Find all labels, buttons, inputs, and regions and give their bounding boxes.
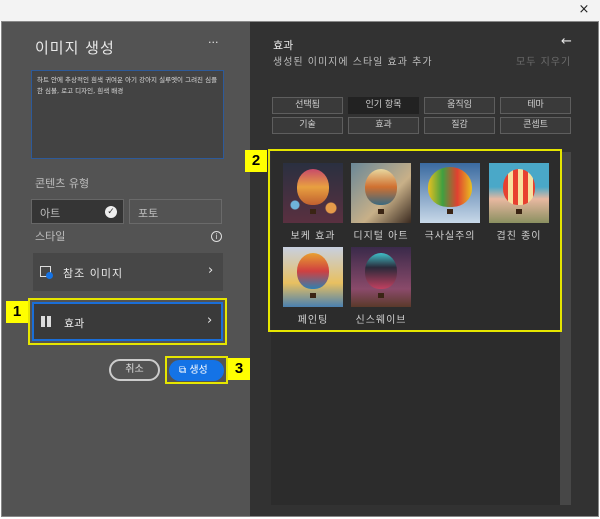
effect-layered-paper[interactable] — [489, 163, 549, 223]
effect-painting[interactable] — [283, 247, 343, 307]
art-label: 아트 — [40, 207, 61, 220]
effect-label: 겹친 종이 — [496, 231, 542, 242]
reference-image-button[interactable]: 참조 이미지 › — [33, 253, 223, 291]
reference-image-icon — [40, 266, 53, 279]
info-icon[interactable]: i — [211, 231, 222, 242]
tab-technique[interactable]: 기술 — [272, 117, 343, 134]
tab-texture[interactable]: 질감 — [424, 117, 495, 134]
effects-panel: 효과 생성된 이미지에 스타일 효과 추가 ← 모두 지우기 선택됨 인기 항목… — [245, 22, 598, 516]
effects-subtitle: 생성된 이미지에 스타일 효과 추가 — [273, 57, 433, 68]
effects-button[interactable]: 효과 › — [32, 302, 223, 341]
effect-bokeh[interactable] — [283, 163, 343, 223]
effect-synthwave[interactable] — [351, 247, 411, 307]
effect-label: 극사실주의 — [424, 231, 476, 242]
cancel-button[interactable]: 취소 — [109, 359, 160, 381]
reference-image-label: 참조 이미지 — [63, 267, 124, 280]
effect-label: 페인팅 — [297, 315, 329, 326]
tab-effects[interactable]: 효과 — [348, 117, 419, 134]
effect-label: 신스웨이브 — [355, 315, 407, 326]
generate-button[interactable]: ⧉ 생성 — [169, 360, 224, 381]
content-type-label: 콘텐츠 유형 — [35, 177, 90, 190]
back-arrow-icon[interactable]: ← — [561, 34, 572, 49]
callout-2: 2 — [245, 150, 267, 172]
effects-icon — [41, 316, 52, 327]
tab-popular[interactable]: 인기 항목 — [348, 97, 419, 114]
chevron-right-icon: › — [207, 313, 213, 328]
left-panel: 이미지 생성 ··· 하트 안에 추상적인 흰색 귀여운 아기 강아지 실루엣이… — [2, 22, 250, 516]
dialog-window: 이미지 생성 ··· 하트 안에 추상적인 흰색 귀여운 아기 강아지 실루엣이… — [1, 21, 599, 517]
close-icon[interactable]: × — [576, 2, 592, 18]
tab-concept[interactable]: 콘셉트 — [500, 117, 571, 134]
effect-hyperrealism[interactable] — [420, 163, 480, 223]
effects-title: 효과 — [273, 39, 294, 52]
clear-all-button[interactable]: 모두 지우기 — [516, 53, 571, 68]
tab-theme[interactable]: 테마 — [500, 97, 571, 114]
effects-label: 효과 — [64, 317, 85, 330]
tab-motion[interactable]: 움직임 — [424, 97, 495, 114]
photo-button[interactable]: 포토 — [129, 199, 222, 224]
art-button[interactable]: 아트 ✓ — [31, 199, 124, 224]
generate-label: 생성 — [189, 365, 208, 376]
style-label: 스타일 — [35, 230, 66, 243]
check-icon: ✓ — [105, 206, 117, 218]
generate-icon: ⧉ — [179, 365, 190, 376]
prompt-input[interactable]: 하트 안에 추상적인 흰색 귀여운 아기 강아지 실루엣이 그려진 심플한 심볼… — [31, 70, 224, 159]
effect-label: 보케 효과 — [290, 231, 336, 242]
effect-label: 디지털 아트 — [353, 231, 409, 242]
effect-digital-art[interactable] — [351, 163, 411, 223]
callout-3: 3 — [228, 358, 250, 380]
tab-selected[interactable]: 선택됨 — [272, 97, 343, 114]
panel-title: 이미지 생성 — [35, 39, 115, 57]
chevron-right-icon: › — [208, 263, 214, 278]
callout-1: 1 — [6, 301, 28, 323]
more-icon[interactable]: ··· — [208, 36, 219, 49]
title-bar: × — [0, 0, 600, 21]
photo-label: 포토 — [138, 207, 159, 220]
